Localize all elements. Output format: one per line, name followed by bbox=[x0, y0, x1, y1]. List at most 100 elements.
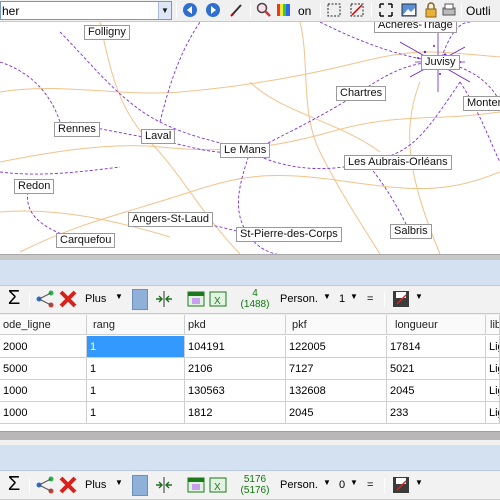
plus-button[interactable]: Plus bbox=[85, 293, 106, 305]
forward-arrow-icon[interactable] bbox=[205, 2, 221, 18]
table-cell[interactable]: 122005 bbox=[286, 336, 387, 358]
layer-select-value: her bbox=[2, 4, 20, 18]
toolbar-separator bbox=[461, 3, 462, 18]
total-count: (1488) bbox=[240, 299, 270, 310]
back-arrow-icon[interactable] bbox=[182, 2, 198, 18]
edit-pen-icon[interactable] bbox=[229, 2, 245, 18]
table-cell[interactable]: 5021 bbox=[387, 358, 486, 380]
excel-export-icon[interactable] bbox=[186, 475, 206, 495]
save-icon[interactable] bbox=[391, 475, 411, 495]
table-cell[interactable]: 2000 bbox=[0, 336, 87, 358]
chevron-down-icon[interactable]: ▼ bbox=[158, 2, 171, 19]
city-label: Carquefou bbox=[56, 233, 116, 248]
chevron-down-icon[interactable]: ▼ bbox=[115, 292, 123, 301]
zoom-icon[interactable] bbox=[256, 2, 272, 18]
table-cell[interactable]: 7127 bbox=[286, 358, 387, 380]
network-icon[interactable] bbox=[35, 289, 55, 309]
column-header[interactable]: longueur bbox=[387, 315, 486, 335]
table-cell[interactable]: 1000 bbox=[0, 402, 87, 424]
image-icon[interactable] bbox=[401, 2, 417, 18]
on-label: on bbox=[298, 4, 312, 18]
chevron-down-icon[interactable]: ▼ bbox=[115, 478, 123, 487]
column-header[interactable]: rang bbox=[87, 315, 185, 335]
chevron-down-icon[interactable]: ▼ bbox=[415, 292, 423, 301]
color-swatch[interactable] bbox=[132, 289, 148, 310]
equals-button[interactable]: = bbox=[367, 293, 373, 305]
column-header[interactable]: lib bbox=[486, 315, 500, 335]
table-cell[interactable]: 1 bbox=[87, 336, 185, 358]
excel-export-icon[interactable] bbox=[186, 289, 206, 309]
selected-count: 5176 bbox=[243, 474, 267, 485]
print-icon[interactable] bbox=[441, 2, 457, 18]
network-icon[interactable] bbox=[35, 475, 55, 495]
sigma-icon[interactable]: Σ bbox=[4, 474, 24, 495]
level-value[interactable]: 1 bbox=[339, 293, 345, 305]
table-cell[interactable]: Lig bbox=[486, 402, 500, 424]
chevron-down-icon[interactable]: ▼ bbox=[350, 478, 358, 487]
layer-select[interactable]: her ▼ bbox=[0, 1, 172, 20]
city-label: Chartres bbox=[336, 86, 387, 101]
city-label: Angers-St-Laud bbox=[128, 212, 214, 227]
column-header[interactable]: pkd bbox=[185, 315, 286, 335]
table-cell[interactable]: 2106 bbox=[185, 358, 286, 380]
toolbar-separator bbox=[384, 292, 385, 307]
table-cell[interactable]: 104191 bbox=[185, 336, 286, 358]
save-icon[interactable] bbox=[391, 289, 411, 309]
equals-button[interactable]: = bbox=[367, 479, 373, 491]
excel-import-icon[interactable]: X bbox=[208, 475, 228, 495]
grid-toolbar: Σ Plus ▼ X 5176 (5176) Person. ▼ 0 ▼ = ▼ bbox=[0, 472, 500, 500]
lock-icon[interactable] bbox=[423, 2, 439, 18]
svg-text:X: X bbox=[214, 296, 221, 307]
chevron-down-icon[interactable]: ▼ bbox=[350, 292, 358, 301]
horizontal-scrollbar[interactable] bbox=[0, 431, 500, 440]
table-cell[interactable]: 233 bbox=[387, 402, 486, 424]
plus-button[interactable]: Plus bbox=[85, 479, 106, 491]
person-dropdown[interactable]: Person. bbox=[280, 293, 318, 305]
table-cell[interactable]: 1 bbox=[87, 380, 185, 402]
table-cell[interactable]: 17814 bbox=[387, 336, 486, 358]
chevron-down-icon[interactable]: ▼ bbox=[323, 292, 331, 301]
split-columns-icon[interactable] bbox=[154, 475, 174, 495]
total-count: (5176) bbox=[240, 485, 270, 496]
level-value[interactable]: 0 bbox=[339, 479, 345, 491]
toolbar-separator bbox=[371, 3, 372, 18]
toolbar-separator bbox=[320, 3, 321, 18]
excel-import-icon[interactable]: X bbox=[208, 289, 228, 309]
table-cell[interactable]: Lig bbox=[486, 380, 500, 402]
row-count: 4 (1488) bbox=[235, 288, 275, 310]
table-cell[interactable]: Lig bbox=[486, 336, 500, 358]
column-header[interactable]: ode_ligne bbox=[0, 315, 87, 335]
color-swatch[interactable] bbox=[132, 475, 148, 496]
chevron-down-icon[interactable]: ▼ bbox=[415, 478, 423, 487]
toolbar-separator bbox=[384, 478, 385, 493]
table-cell[interactable]: Lig bbox=[486, 358, 500, 380]
table-cell[interactable]: 1 bbox=[87, 402, 185, 424]
table-cell[interactable]: 1000 bbox=[0, 380, 87, 402]
svg-text:X: X bbox=[214, 482, 221, 493]
table-cell[interactable]: 130563 bbox=[185, 380, 286, 402]
city-label: Salbris bbox=[390, 224, 432, 239]
clear-selection-icon[interactable] bbox=[349, 2, 365, 18]
color-ramp-icon[interactable] bbox=[276, 2, 292, 18]
table-cell[interactable]: 1812 bbox=[185, 402, 286, 424]
table-cell[interactable]: 1 bbox=[87, 358, 185, 380]
city-label: Redon bbox=[14, 179, 55, 194]
red-x-icon[interactable] bbox=[58, 475, 78, 495]
map-view[interactable]: Folligny Achères-Triage Juvisy Chartres … bbox=[0, 22, 500, 254]
table-cell[interactable]: 2045 bbox=[387, 380, 486, 402]
sigma-icon[interactable]: Σ bbox=[4, 288, 24, 309]
red-x-icon[interactable] bbox=[58, 289, 78, 309]
toolbar-separator bbox=[250, 3, 251, 18]
person-dropdown[interactable]: Person. bbox=[280, 479, 318, 491]
toolbar-separator bbox=[29, 478, 30, 493]
chevron-down-icon[interactable]: ▼ bbox=[323, 478, 331, 487]
table-cell[interactable]: 132608 bbox=[286, 380, 387, 402]
table-cell[interactable]: 5000 bbox=[0, 358, 87, 380]
city-label: Les Aubrais-Orléans bbox=[344, 155, 452, 170]
table-cell[interactable]: 2045 bbox=[286, 402, 387, 424]
split-columns-icon[interactable] bbox=[154, 289, 174, 309]
column-header[interactable]: pkf bbox=[286, 315, 387, 335]
select-rectangle-icon[interactable] bbox=[326, 2, 342, 18]
outline-label[interactable]: Outli bbox=[466, 4, 491, 18]
full-extent-icon[interactable] bbox=[378, 2, 394, 18]
